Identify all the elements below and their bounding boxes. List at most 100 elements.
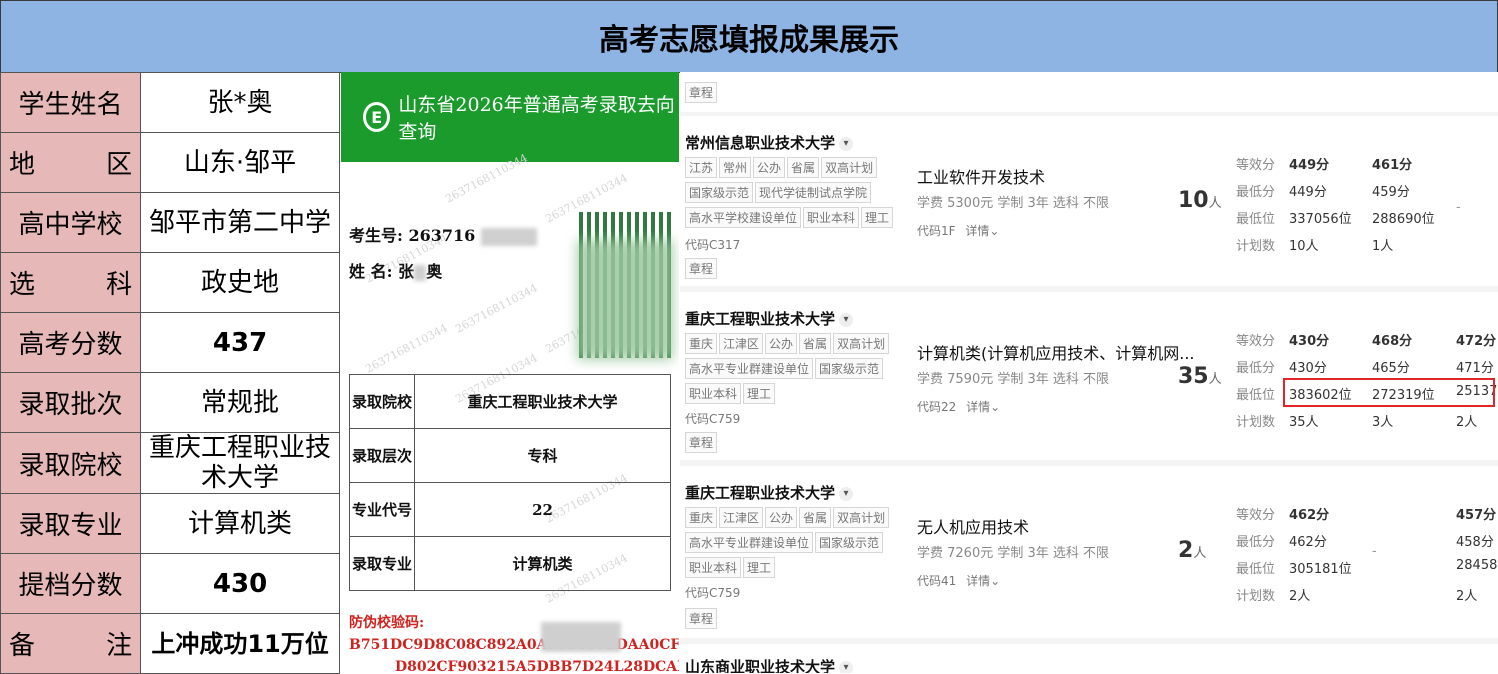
- tag: 重庆: [685, 333, 718, 354]
- info-value: 政史地: [140, 252, 340, 313]
- info-row: 录取专业 计算机类: [0, 493, 340, 554]
- detail-link[interactable]: 详情: [966, 574, 990, 588]
- info-value: 上冲成功11万位: [140, 613, 340, 674]
- name-label: 姓 名:: [349, 262, 393, 281]
- school-name[interactable]: 重庆工程职业技术大学 ▾: [685, 482, 854, 503]
- tag: 理工: [861, 207, 894, 228]
- stat-value: 1人: [1372, 239, 1394, 254]
- chevron-down-icon[interactable]: ▾: [839, 312, 854, 327]
- stat-value: 2人: [1456, 415, 1478, 430]
- charter-tag[interactable]: 章程: [685, 82, 718, 103]
- charter-tag[interactable]: 章程: [685, 258, 718, 279]
- table-key: 专业代号: [349, 482, 415, 537]
- anti-fake-code-1: B751DC9D8C08C892A0A9058632DAA0CF5: [349, 637, 679, 653]
- plan-count: 2人: [1178, 538, 1206, 563]
- anti-fake-label: 防伪校验码:: [349, 615, 425, 631]
- tag-list: 重庆 江津区 公办 省属 双高计划 高水平专业群建设单位 国家级示范 职业本科 理工: [685, 507, 905, 582]
- highlight-box: [1283, 378, 1495, 407]
- stat-value: 288690位: [1372, 212, 1435, 227]
- school-code: 代码C759: [685, 586, 741, 600]
- tag: 高水平学校建设单位: [685, 207, 802, 228]
- stat-value: 462分: [1289, 508, 1330, 523]
- info-row: 备 注上冲成功11万位: [0, 613, 340, 674]
- stat-label: 最低分: [1236, 185, 1276, 200]
- table-key: 录取层次: [349, 428, 415, 483]
- anti-fake-line-1: 防伪校验码: B751DC9D8C08C892A0A9058632DAA0CF5: [349, 612, 679, 656]
- chevron-down-icon[interactable]: ▾: [839, 660, 854, 673]
- info-row: 选 科政史地: [0, 252, 340, 313]
- tag: 高水平专业群建设单位: [685, 532, 814, 553]
- stat-value: -: [1456, 200, 1461, 215]
- detail-link[interactable]: 详情: [966, 400, 990, 414]
- list-item: 常州信息职业技术大学 ▾ 江苏 常州 公办 省属 双高计划 国家级示范 现代学徒制试点学院 …: [680, 116, 1498, 286]
- major-meta: 学费 5300元 学制 3年 选科 不限: [917, 196, 1110, 211]
- tag: 常州: [719, 157, 752, 178]
- info-label: 地 区: [0, 132, 142, 193]
- redaction-blur: [414, 264, 427, 281]
- stat-value: 472分: [1456, 334, 1497, 349]
- watermark: 2637168110344: [453, 281, 540, 336]
- stat-value: 468分: [1372, 334, 1413, 349]
- stat-value: 458分: [1456, 535, 1494, 550]
- school-name[interactable]: 山东商业职业技术大学 ▾: [685, 656, 854, 673]
- school-name[interactable]: 重庆工程职业技术大学 ▾: [685, 308, 854, 329]
- school-name-text: 重庆工程职业技术大学: [685, 484, 836, 502]
- info-value: 邹平市第二中学: [140, 192, 340, 253]
- tag: 公办: [765, 333, 798, 354]
- charter-tag[interactable]: 章程: [685, 608, 718, 629]
- major-meta: 学费 7590元 学制 3年 选科 不限: [917, 372, 1110, 387]
- info-label: 高考分数: [0, 312, 142, 373]
- redaction-blur: [541, 622, 621, 652]
- chevron-down-icon[interactable]: ⌄: [990, 400, 1000, 414]
- anti-fake-code: 防伪校验码: B751DC9D8C08C892A0A9058632DAA0CF5…: [349, 612, 679, 673]
- charter-tag[interactable]: 章程: [685, 432, 718, 453]
- stat-value: 449分: [1289, 158, 1330, 173]
- tag: 理工: [743, 383, 776, 404]
- info-value: 山东·邹平: [140, 132, 340, 193]
- chevron-down-icon[interactable]: ⌄: [990, 574, 1000, 588]
- stat-label: 等效分: [1236, 334, 1276, 349]
- stat-label: 计划数: [1236, 415, 1276, 430]
- major-code-text: 代码1F: [917, 224, 956, 238]
- table-value: 重庆工程职业技术大学: [414, 374, 671, 429]
- chevron-down-icon[interactable]: ▾: [839, 136, 854, 151]
- tag-list: 江苏 常州 公办 省属 双高计划 国家级示范 现代学徒制试点学院 高水平学校建设单位 职业本…: [685, 157, 905, 232]
- name-first: 张: [398, 262, 415, 281]
- stat-value: 305181位: [1289, 562, 1352, 577]
- info-label: 备 注: [0, 613, 142, 674]
- stat-value: 459分: [1372, 185, 1410, 200]
- major-name: 无人机应用技术: [917, 518, 1030, 537]
- info-label: 录取院校: [0, 432, 142, 494]
- info-value: 437: [140, 312, 340, 373]
- school-code: 代码C759: [685, 412, 741, 426]
- tag: 职业本科: [685, 557, 742, 578]
- name-row: 姓 名: 张奥: [349, 258, 442, 282]
- detail-link[interactable]: 详情: [965, 224, 989, 238]
- chevron-down-icon[interactable]: ⌄: [989, 224, 999, 238]
- list-item: 山东商业职业技术大学 ▾: [680, 644, 1498, 673]
- tag: 双高计划: [821, 157, 878, 178]
- stat-value: 337056位: [1289, 212, 1352, 227]
- info-value: 张*奥: [140, 72, 340, 133]
- list-item: 重庆工程职业技术大学 ▾ 重庆 江津区 公办 省属 双高计划 高水平专业群建设单位 国家级示…: [680, 292, 1498, 460]
- stat-label: 最低分: [1236, 535, 1276, 550]
- admission-table: 录取院校 重庆工程职业技术大学 录取层次 专科 专业代号 22 录取专业 计算机类: [349, 374, 671, 591]
- exam-number-label: 考生号:: [349, 226, 403, 245]
- college-list: 章程 常州信息职业技术大学 ▾ 江苏 常州 公办 省属 双高计划 国家级示范 现代学徒制试点…: [680, 72, 1498, 673]
- info-label: 选 科: [0, 252, 142, 313]
- info-label: 提档分数: [0, 553, 142, 614]
- major-code: 代码1F 详情⌄: [917, 222, 999, 239]
- info-row: 地 区山东·邹平: [0, 132, 340, 193]
- school-name[interactable]: 常州信息职业技术大学 ▾: [685, 132, 854, 153]
- tag-list: 重庆 江津区 公办 省属 双高计划 高水平专业群建设单位 国家级示范 职业本科 理工: [685, 333, 905, 408]
- tag: 公办: [753, 157, 786, 178]
- exam-number-value: 263716: [408, 226, 476, 245]
- stat-value: 3人: [1372, 415, 1394, 430]
- info-row: 提档分数 430: [0, 553, 340, 614]
- tag: 职业本科: [685, 383, 742, 404]
- stat-value: 430分: [1289, 361, 1327, 376]
- chevron-down-icon[interactable]: ▾: [839, 486, 854, 501]
- stat-label: 最低分: [1236, 361, 1276, 376]
- table-row: 专业代号 22: [349, 482, 671, 537]
- exam-logo-icon: E: [363, 102, 391, 132]
